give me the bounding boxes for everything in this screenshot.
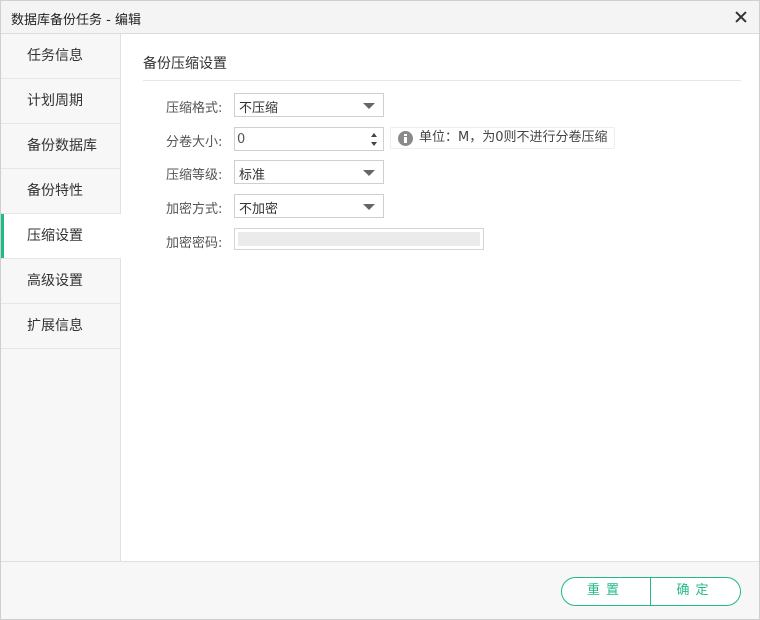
volume-size-hint-text: 单位：M，为0则不进行分卷压缩 xyxy=(419,130,608,145)
compress-format-select[interactable]: 不压缩 xyxy=(234,93,384,117)
compress-level-row: 压缩等级: 标准 xyxy=(122,160,759,184)
sidebar-item-backup-features[interactable]: 备份特性 xyxy=(1,169,120,214)
window-title: 数据库备份任务 - 编辑 xyxy=(11,13,141,28)
info-icon xyxy=(398,131,413,146)
action-button-group: 重置 确定 xyxy=(561,577,741,606)
sidebar-item-label: 计划周期 xyxy=(27,93,83,109)
encrypt-password-field xyxy=(234,228,484,250)
title-bar: 数据库备份任务 - 编辑 xyxy=(1,1,759,34)
dialog-footer: 重置 确定 xyxy=(1,561,759,619)
sidebar-nav: 任务信息 计划周期 备份数据库 备份特性 压缩设置 高级设置 扩展信息 xyxy=(1,34,121,561)
volume-size-stepper xyxy=(234,127,384,151)
compress-level-label: 压缩等级: xyxy=(166,168,223,183)
sidebar-item-label: 任务信息 xyxy=(27,48,83,64)
encrypt-method-value: 不加密 xyxy=(239,202,279,217)
encrypt-password-label: 加密密码: xyxy=(166,236,223,251)
reset-button[interactable]: 重置 xyxy=(562,578,651,605)
encrypt-method-label: 加密方式: xyxy=(166,202,223,217)
confirm-button[interactable]: 确定 xyxy=(651,578,740,605)
sidebar-item-label: 备份特性 xyxy=(27,183,83,199)
chevron-down-icon xyxy=(363,170,375,176)
spin-down-icon[interactable] xyxy=(369,140,379,149)
sidebar-item-compression[interactable]: 压缩设置 xyxy=(1,214,121,259)
compress-format-value: 不压缩 xyxy=(239,101,279,116)
section-divider xyxy=(143,80,741,81)
sidebar-item-label: 压缩设置 xyxy=(27,228,83,244)
spin-up-icon[interactable] xyxy=(369,131,379,140)
sidebar-item-backup-database[interactable]: 备份数据库 xyxy=(1,124,120,169)
sidebar-item-task-info[interactable]: 任务信息 xyxy=(1,34,120,79)
main-content: 备份压缩设置 压缩格式: 不压缩 分卷大小: 单位：M，为0则不进行分卷压缩 压… xyxy=(122,34,759,561)
sidebar-item-label: 扩展信息 xyxy=(27,318,83,334)
sidebar-item-schedule[interactable]: 计划周期 xyxy=(1,79,120,124)
volume-size-hint: 单位：M，为0则不进行分卷压缩 xyxy=(390,127,615,149)
volume-size-input[interactable] xyxy=(235,128,363,150)
volume-size-row: 分卷大小: 单位：M，为0则不进行分卷压缩 xyxy=(122,127,759,151)
sidebar-item-label: 高级设置 xyxy=(27,273,83,289)
compress-format-label: 压缩格式: xyxy=(166,101,223,116)
close-icon[interactable] xyxy=(731,7,751,27)
sidebar-item-label: 备份数据库 xyxy=(27,138,97,154)
compress-level-select[interactable]: 标准 xyxy=(234,160,384,184)
encrypt-password-row: 加密密码: xyxy=(122,228,759,252)
chevron-down-icon xyxy=(363,204,375,210)
sidebar-item-advanced[interactable]: 高级设置 xyxy=(1,259,120,304)
section-title: 备份压缩设置 xyxy=(143,56,227,72)
chevron-down-icon xyxy=(363,103,375,109)
encrypt-method-select[interactable]: 不加密 xyxy=(234,194,384,218)
encrypt-password-input[interactable] xyxy=(238,232,480,246)
compress-level-value: 标准 xyxy=(239,168,266,183)
volume-size-label: 分卷大小: xyxy=(166,135,223,150)
dialog-window: 数据库备份任务 - 编辑 任务信息 计划周期 备份数据库 备份特性 压缩设置 高… xyxy=(0,0,760,620)
sidebar-item-extended-info[interactable]: 扩展信息 xyxy=(1,304,120,349)
compress-format-row: 压缩格式: 不压缩 xyxy=(122,93,759,117)
encrypt-method-row: 加密方式: 不加密 xyxy=(122,194,759,218)
